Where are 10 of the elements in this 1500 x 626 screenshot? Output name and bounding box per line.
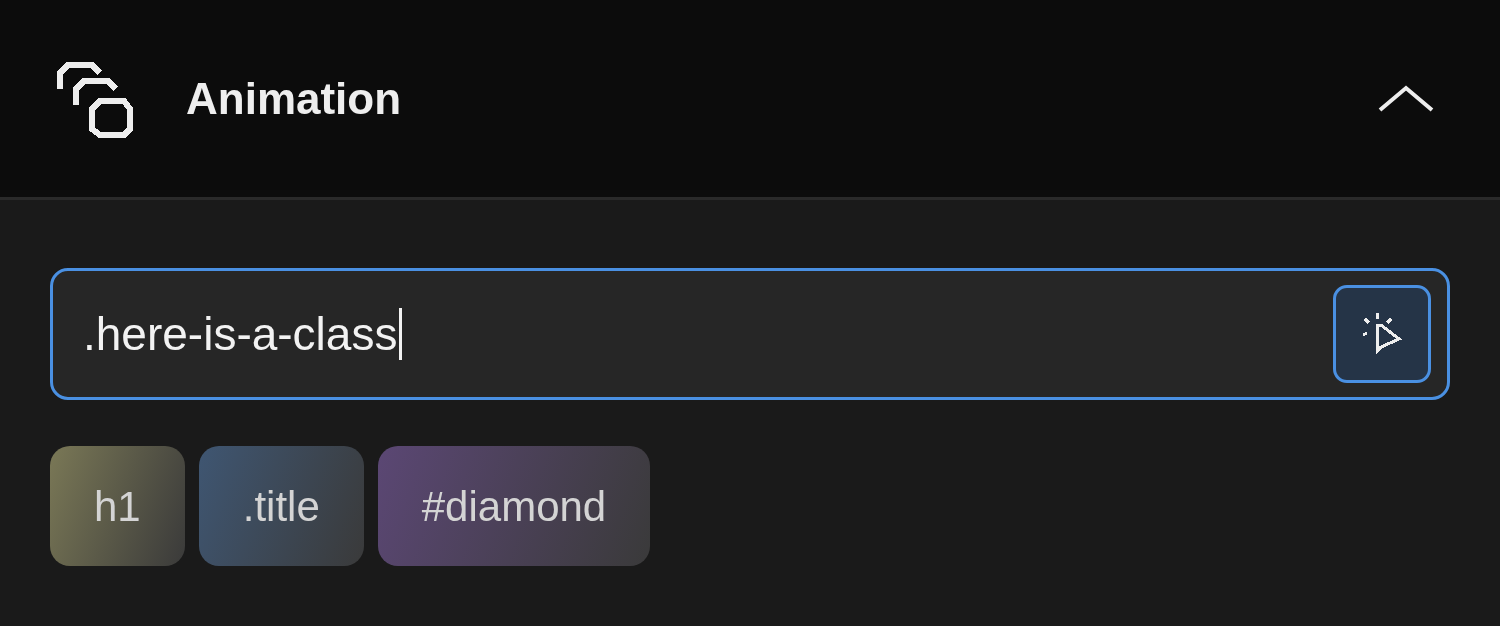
field-value: .here-is-a-class <box>83 306 398 362</box>
selector-tag[interactable]: #diamond <box>377 446 651 566</box>
selector-tag[interactable]: .title <box>198 446 364 566</box>
selector-tag[interactable]: h1 <box>50 446 185 566</box>
text-caret <box>399 308 403 360</box>
element-picker-button[interactable] <box>1333 285 1431 383</box>
chevron-icon[interactable] <box>1378 83 1434 114</box>
panel-title: Animation <box>186 72 402 125</box>
selector-field[interactable]: .here-is-a-class <box>50 268 1450 400</box>
panel-header[interactable]: Animation <box>0 0 1500 200</box>
